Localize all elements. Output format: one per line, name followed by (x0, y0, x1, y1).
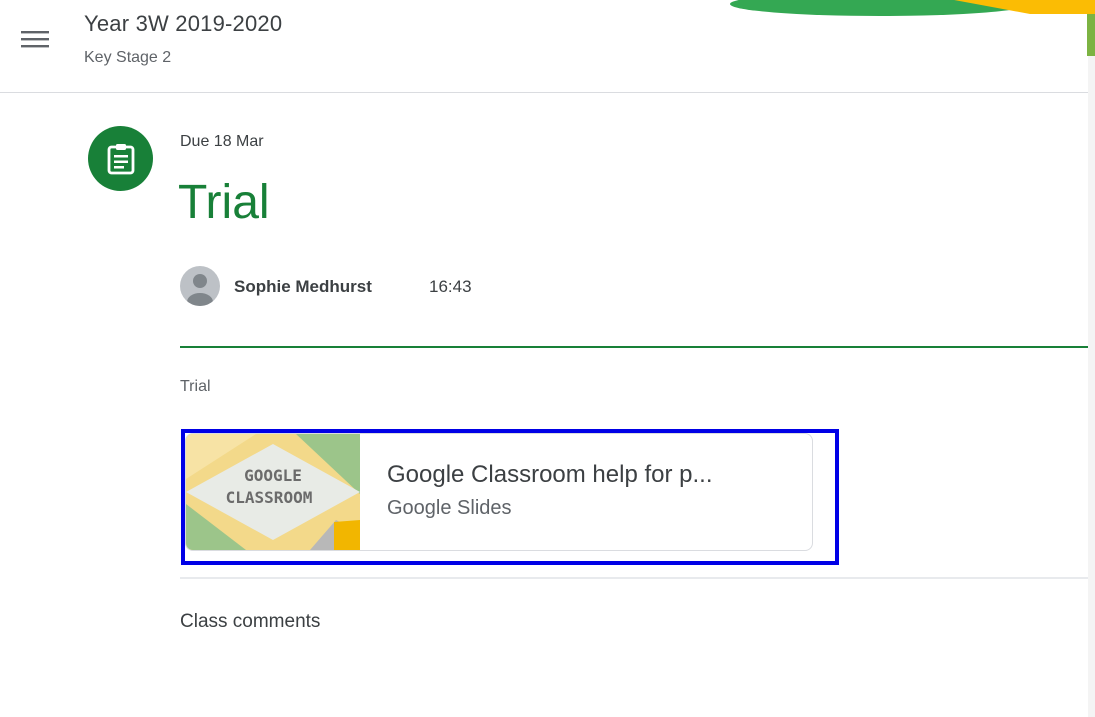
course-subtitle: Key Stage 2 (84, 49, 172, 66)
clipboard-icon (107, 144, 135, 175)
assignment-description: Trial (180, 378, 211, 395)
page: Year 3W 2019-2020 Key Stage 2 Due 18 Mar… (0, 0, 1095, 717)
assignment-icon (88, 126, 153, 191)
title-divider (180, 346, 1088, 348)
course-title[interactable]: Year 3W 2019-2020 (84, 11, 282, 37)
class-comments-label: Class comments (180, 611, 321, 632)
author-name: Sophie Medhurst (234, 277, 372, 296)
post-time: 16:43 (429, 277, 472, 296)
author-avatar (180, 266, 220, 306)
attachment-highlight (181, 429, 839, 565)
hamburger-menu-icon[interactable] (19, 27, 51, 51)
content-sheet: Year 3W 2019-2020 Key Stage 2 Due 18 Mar… (0, 0, 1095, 717)
course-header: Year 3W 2019-2020 Key Stage 2 (0, 0, 1095, 93)
header-decoration (730, 0, 1095, 56)
comments-divider (180, 577, 1088, 579)
assignment-title: Trial (178, 176, 270, 229)
due-date: Due 18 Mar (180, 133, 264, 150)
person-icon (187, 274, 213, 306)
